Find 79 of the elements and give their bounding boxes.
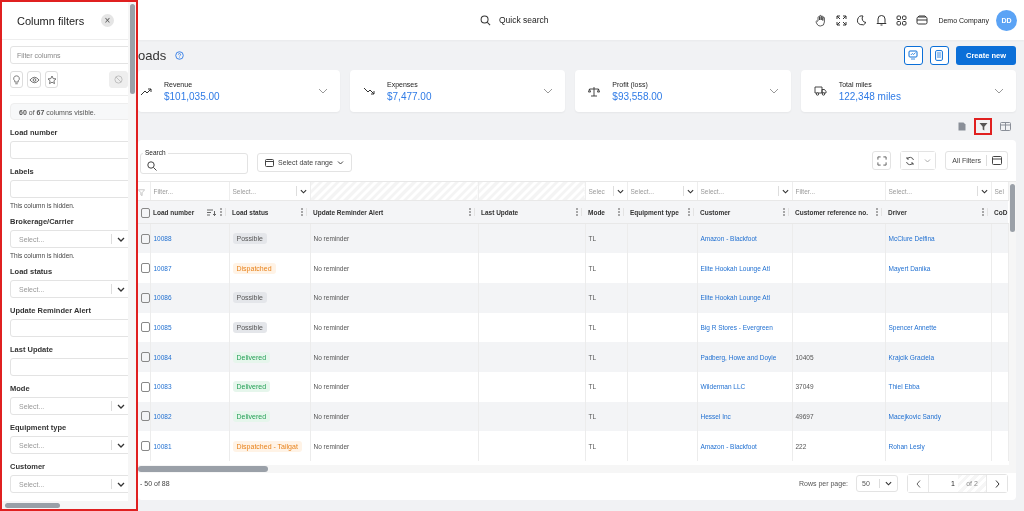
- screen-button[interactable]: [903, 45, 923, 65]
- close-button[interactable]: ×: [101, 14, 114, 27]
- lightbulb-button[interactable]: [10, 71, 24, 88]
- chevron-down-icon: [994, 88, 1004, 94]
- calculator-button[interactable]: [929, 45, 949, 65]
- checkbox[interactable]: [141, 381, 149, 392]
- fullscreen-icon: [876, 155, 887, 166]
- filter-field[interactable]: [10, 180, 128, 198]
- quick-search-button[interactable]: Quick search: [480, 14, 549, 26]
- help-icon[interactable]: [175, 50, 185, 60]
- panel-title: Column filters: [17, 14, 85, 27]
- chevron-down-icon: [318, 88, 328, 94]
- presentation-icon: [908, 50, 919, 60]
- stat-value: $93,558.00: [612, 90, 664, 102]
- checkbox[interactable]: [141, 411, 149, 422]
- chevron-down-icon: [923, 158, 931, 163]
- checkbox[interactable]: [141, 441, 149, 452]
- trend-up-icon: [140, 86, 152, 96]
- stat-value: $7,477.00: [387, 90, 433, 102]
- stat-value: 122,348 miles: [838, 90, 902, 102]
- fullscreen-icon[interactable]: [836, 14, 848, 26]
- chevron-down-icon: [117, 481, 125, 487]
- chevron-down-icon: [686, 188, 694, 194]
- filter-field[interactable]: [10, 319, 128, 337]
- blocked-icon: [114, 75, 124, 84]
- moon-icon[interactable]: [856, 14, 868, 26]
- checkbox[interactable]: [141, 207, 150, 218]
- wallet-icon[interactable]: [916, 15, 929, 25]
- calendar-icon: [992, 156, 1002, 165]
- star-icon: [46, 74, 57, 85]
- hand-icon[interactable]: [815, 13, 828, 27]
- scrollbar-thumb[interactable]: [138, 466, 268, 472]
- calendar-icon: [265, 158, 274, 167]
- chevron-down-icon: [117, 442, 125, 448]
- filter-field[interactable]: [10, 141, 128, 159]
- fullscreen-button[interactable]: [872, 151, 892, 170]
- filter-field[interactable]: [10, 358, 128, 376]
- stat-value: $101,035.00: [164, 90, 221, 102]
- chevron-down-icon: [768, 88, 779, 94]
- chevron-left-icon: [915, 479, 921, 488]
- checkbox[interactable]: [141, 352, 149, 363]
- chevron-down-icon: [299, 188, 307, 194]
- chevron-down-icon: [543, 88, 554, 94]
- columns-icon[interactable]: [1000, 121, 1011, 131]
- refresh-icon: [904, 155, 915, 166]
- sort-icon[interactable]: [207, 208, 216, 216]
- checkbox[interactable]: [141, 263, 149, 274]
- document-icon[interactable]: [958, 121, 966, 131]
- calculator-icon: [935, 49, 944, 61]
- chevron-down-icon: [117, 403, 125, 409]
- filter-button[interactable]: [974, 117, 992, 135]
- lightbulb-icon: [12, 74, 22, 85]
- truck-icon: [813, 86, 827, 96]
- filter-icon: [138, 189, 145, 196]
- scrollbar-thumb[interactable]: [5, 502, 60, 508]
- chevron-down-icon: [781, 188, 789, 194]
- trend-down-icon: [363, 86, 375, 96]
- chevron-down-icon: [885, 481, 892, 486]
- checkbox[interactable]: [141, 233, 149, 244]
- grid-icon[interactable]: [896, 14, 908, 26]
- chevron-down-icon: [117, 236, 125, 242]
- chevron-down-icon: [980, 188, 988, 194]
- search-icon: [480, 14, 491, 26]
- page-title: oads: [138, 47, 167, 63]
- eye-button[interactable]: [27, 71, 41, 88]
- star-button[interactable]: [44, 71, 59, 88]
- chevron-down-icon: [336, 160, 344, 165]
- filter-icon: [978, 121, 988, 131]
- search-icon: [147, 160, 157, 171]
- bell-icon[interactable]: [876, 14, 888, 26]
- checkbox[interactable]: [141, 322, 149, 333]
- scrollbar-thumb[interactable]: [1010, 184, 1015, 232]
- checkbox[interactable]: [141, 292, 149, 303]
- scrollbar-thumb[interactable]: [129, 4, 135, 94]
- chevron-down-icon: [616, 188, 624, 194]
- chevron-down-icon: [117, 286, 125, 292]
- eye-icon: [28, 75, 40, 84]
- chevron-right-icon: [994, 479, 1000, 488]
- scale-icon: [588, 85, 601, 97]
